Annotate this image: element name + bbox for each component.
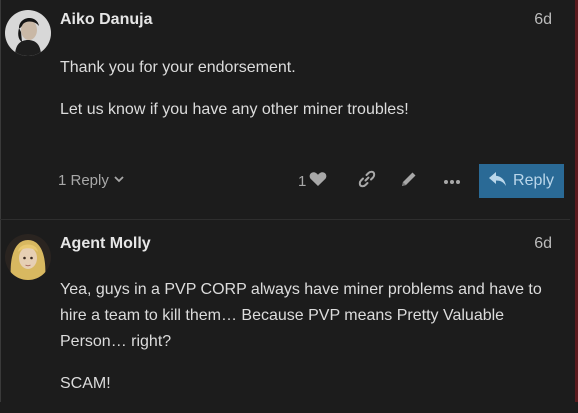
post-paragraph: Thank you for your endorsement. (60, 59, 296, 76)
link-icon (358, 170, 376, 193)
post-paragraph: Yea, guys in a PVP CORP always have mine… (60, 281, 542, 350)
username[interactable]: Agent Molly (60, 235, 151, 253)
post-body: Thank you for your endorsement. Let us k… (60, 55, 556, 139)
edit-button[interactable] (398, 171, 420, 191)
ellipsis-icon (443, 172, 461, 190)
heart-icon (309, 171, 327, 191)
reply-button[interactable]: Reply (479, 164, 564, 198)
show-replies-button[interactable]: 1 Reply (58, 172, 125, 189)
username[interactable]: Aiko Danuja (60, 11, 152, 29)
pencil-icon (400, 170, 418, 193)
post: Agent Molly 6d Yea, guys in a PVP CORP a… (0, 219, 570, 403)
post-paragraph: Let us know if you have any other miner … (60, 101, 409, 118)
chevron-down-icon (113, 172, 125, 189)
reply-button-label: Reply (513, 172, 554, 189)
more-options-button[interactable] (441, 171, 463, 191)
post-date[interactable]: 6d (534, 235, 552, 253)
like-button[interactable]: 1 (298, 171, 327, 191)
post-date[interactable]: 6d (534, 11, 552, 29)
likes-count: 1 (298, 172, 307, 190)
post-paragraph: SCAM! (60, 375, 111, 392)
post: Aiko Danuja 6d Thank you for your endors… (0, 0, 570, 218)
post-body: Yea, guys in a PVP CORP always have mine… (60, 277, 556, 413)
avatar[interactable] (5, 234, 51, 280)
replies-count-label: 1 Reply (58, 172, 109, 189)
avatar[interactable] (5, 10, 51, 56)
post-actions: 1 Reply 1 Reply (0, 164, 570, 198)
reply-arrow-icon (489, 171, 507, 191)
copy-link-button[interactable] (356, 170, 378, 193)
